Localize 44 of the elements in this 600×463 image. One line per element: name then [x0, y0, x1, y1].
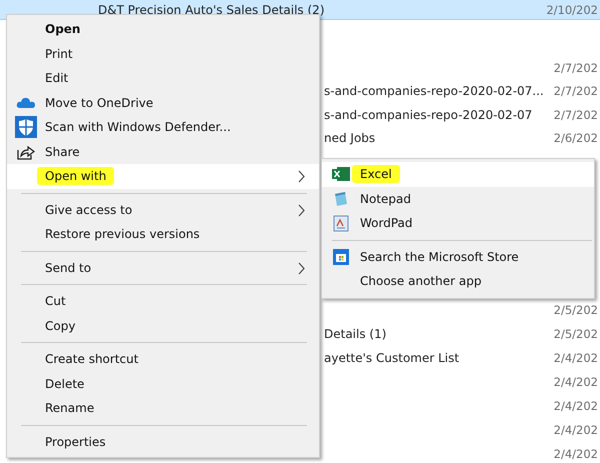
menu-item[interactable]: Cut	[7, 289, 319, 314]
menu-item[interactable]: Open with	[7, 164, 319, 188]
menu-item[interactable]: Excel	[322, 162, 594, 186]
share-icon	[17, 144, 35, 160]
menu-item[interactable]: Properties	[7, 430, 319, 454]
menu-item[interactable]: Share	[7, 140, 319, 164]
menu-item[interactable]: Edit	[7, 66, 319, 90]
chevron-right-icon	[298, 262, 305, 274]
store-bag-icon	[333, 248, 349, 265]
document-icon	[333, 214, 349, 232]
menu-item[interactable]: Notepad	[322, 186, 594, 211]
menu-item[interactable]: Print	[7, 42, 319, 66]
chevron-right-icon	[298, 204, 305, 216]
file-name: s-and-companies-repo-2020-02-07...	[324, 84, 544, 98]
file-name: Details (1)	[324, 327, 386, 341]
spreadsheet-icon	[332, 167, 350, 182]
menu-item[interactable]: Search the Microsoft Store	[322, 244, 594, 269]
menu-item[interactable]: Move to OneDrive	[7, 90, 319, 115]
file-date: 2/5/202	[554, 327, 598, 341]
menu-item[interactable]: Delete	[7, 372, 319, 396]
menu-item[interactable]: Copy	[7, 314, 319, 338]
file-date: 2/4/202	[554, 351, 598, 365]
menu-item[interactable]: WordPad	[322, 211, 594, 236]
menu-item[interactable]: Send to	[7, 256, 319, 280]
file-date: 2/6/202	[554, 131, 598, 146]
file-name: ayette's Customer List	[324, 351, 460, 365]
menu-item[interactable]: Rename	[7, 396, 319, 420]
file-name: s-and-companies-repo-2020-02-07	[324, 108, 532, 122]
file-date: 2/7/202	[554, 108, 598, 122]
menu-item[interactable]: Create shortcut	[7, 347, 319, 372]
menu-item[interactable]: Choose another app	[322, 269, 594, 294]
file-name: D&T Precision Auto's Sales Details (2)	[98, 2, 324, 16]
file-name: ned Jobs	[324, 131, 376, 146]
chevron-right-icon	[298, 170, 305, 183]
file-date: 2/4/202	[554, 423, 598, 437]
menu-item[interactable]: Give access to	[7, 198, 319, 222]
shield-icon	[15, 116, 37, 138]
menu-item[interactable]: Restore previous versions	[7, 222, 319, 246]
menu-item[interactable]: Open	[7, 17, 319, 42]
file-date: 2/10/202	[546, 2, 598, 16]
notepad-icon	[333, 190, 349, 207]
file-date: 2/7/202	[554, 84, 598, 98]
cloud-icon	[16, 96, 36, 110]
menu-item[interactable]: Scan with Windows Defender...	[7, 115, 319, 140]
